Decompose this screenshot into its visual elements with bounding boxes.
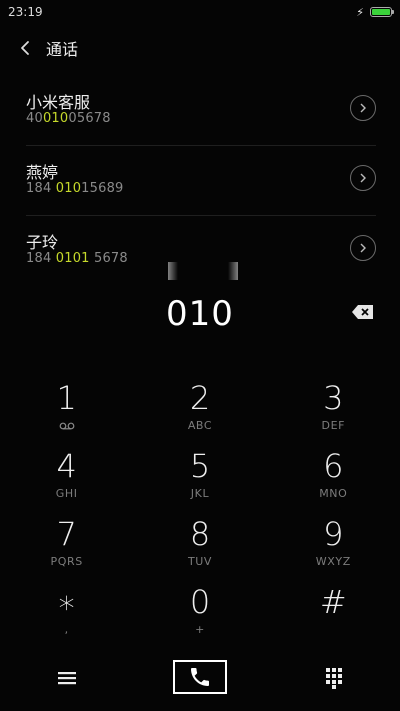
phone-icon bbox=[191, 668, 209, 686]
number-suffix: 05678 bbox=[68, 111, 111, 126]
chevron-right-icon bbox=[360, 173, 366, 183]
voicemail-icon bbox=[59, 422, 75, 430]
key-3[interactable]: 3 DEF bbox=[267, 378, 400, 446]
backspace-button[interactable] bbox=[351, 303, 375, 321]
contact-number: 184 0101 5678 bbox=[26, 251, 128, 266]
key-letters: JKL bbox=[190, 487, 210, 500]
chevron-right-icon bbox=[360, 243, 366, 253]
key-2[interactable]: 2 ABC bbox=[133, 378, 266, 446]
menu-button[interactable] bbox=[52, 660, 82, 696]
number-suffix: 15689 bbox=[81, 181, 124, 196]
status-time: 23:19 bbox=[8, 5, 43, 19]
number-match-highlight: 010 bbox=[55, 181, 82, 196]
battery-level-fill bbox=[372, 9, 390, 15]
keypad-toggle-button[interactable] bbox=[320, 660, 348, 696]
key-1[interactable]: 1 bbox=[0, 378, 133, 446]
key-hash[interactable]: # bbox=[267, 582, 400, 650]
contact-result-row[interactable]: 子玲 184 0101 5678 bbox=[26, 216, 376, 286]
contact-results-list: 小米客服 4001005678 燕婷 184 01015689 子玲 184 0… bbox=[26, 76, 376, 286]
key-digit: 5 bbox=[189, 447, 211, 485]
key-digit: 2 bbox=[189, 379, 211, 417]
page-title: 通话 bbox=[46, 40, 79, 59]
scroll-fade-right bbox=[228, 262, 238, 280]
contact-result-row[interactable]: 燕婷 184 01015689 bbox=[26, 146, 376, 216]
key-digit: 9 bbox=[323, 515, 344, 553]
contact-name: 燕婷 bbox=[26, 163, 59, 182]
number-prefix: 184 bbox=[26, 181, 56, 196]
key-digit: ∗ bbox=[56, 583, 77, 621]
key-letters: MNO bbox=[319, 487, 348, 500]
key-4[interactable]: 4 GHI bbox=[0, 446, 133, 514]
key-digit: 1 bbox=[56, 379, 77, 417]
key-letters: DEF bbox=[321, 419, 346, 432]
key-digit: 6 bbox=[323, 447, 344, 485]
backspace-icon bbox=[352, 305, 373, 319]
contact-number: 184 01015689 bbox=[26, 181, 124, 196]
contact-name: 子玲 bbox=[26, 233, 59, 252]
call-button[interactable] bbox=[173, 660, 227, 694]
key-star[interactable]: ∗ , bbox=[0, 582, 133, 650]
key-digit: 4 bbox=[56, 447, 77, 485]
dial-keypad: 1 2 ABC 3 DEF 4 GHI 5 JKL 6 MNO 7 PQRS 8… bbox=[0, 378, 400, 648]
key-letters: WXYZ bbox=[315, 555, 351, 568]
back-arrow-icon bbox=[21, 41, 29, 55]
key-letters: TUV bbox=[187, 555, 213, 568]
contact-name: 小米客服 bbox=[26, 93, 91, 112]
contact-result-row[interactable]: 小米客服 4001005678 bbox=[26, 76, 376, 146]
key-digit: 0 bbox=[189, 583, 211, 621]
key-digit: # bbox=[319, 583, 347, 621]
key-7[interactable]: 7 PQRS bbox=[0, 514, 133, 582]
key-digit: 8 bbox=[189, 515, 211, 553]
key-0[interactable]: 0 + bbox=[133, 582, 266, 650]
number-match-highlight: 010 bbox=[42, 111, 69, 126]
menu-icon bbox=[58, 672, 76, 685]
contact-detail-button[interactable] bbox=[350, 165, 376, 191]
key-letters: PQRS bbox=[50, 555, 83, 568]
status-bar: 23:19 ⚡ bbox=[0, 0, 400, 24]
charging-icon: ⚡ bbox=[356, 5, 364, 19]
number-prefix: 40 bbox=[26, 111, 43, 126]
chevron-right-icon bbox=[360, 103, 366, 113]
title-bar: 通话 bbox=[0, 30, 400, 66]
key-6[interactable]: 6 MNO bbox=[267, 446, 400, 514]
key-5[interactable]: 5 JKL bbox=[133, 446, 266, 514]
scroll-fade-left bbox=[168, 262, 178, 280]
number-match-highlight: 0101 bbox=[55, 251, 90, 266]
contact-number: 4001005678 bbox=[26, 111, 111, 126]
keypad-icon bbox=[326, 668, 342, 689]
key-9[interactable]: 9 WXYZ bbox=[267, 514, 400, 582]
key-letters: GHI bbox=[55, 487, 78, 500]
back-button[interactable] bbox=[14, 37, 36, 59]
key-digit: 7 bbox=[56, 515, 77, 553]
key-letters: , bbox=[64, 623, 69, 636]
key-letters: + bbox=[195, 623, 205, 636]
contact-detail-button[interactable] bbox=[350, 95, 376, 121]
status-right: ⚡ bbox=[356, 5, 394, 19]
number-suffix: 5678 bbox=[89, 251, 128, 266]
key-digit: 3 bbox=[323, 379, 344, 417]
key-letters: ABC bbox=[187, 419, 213, 432]
bottom-action-bar bbox=[0, 658, 400, 698]
contact-detail-button[interactable] bbox=[350, 235, 376, 261]
number-prefix: 184 bbox=[26, 251, 56, 266]
dialed-number-display: 010 bbox=[166, 294, 234, 334]
battery-icon bbox=[370, 7, 394, 17]
key-8[interactable]: 8 TUV bbox=[133, 514, 266, 582]
